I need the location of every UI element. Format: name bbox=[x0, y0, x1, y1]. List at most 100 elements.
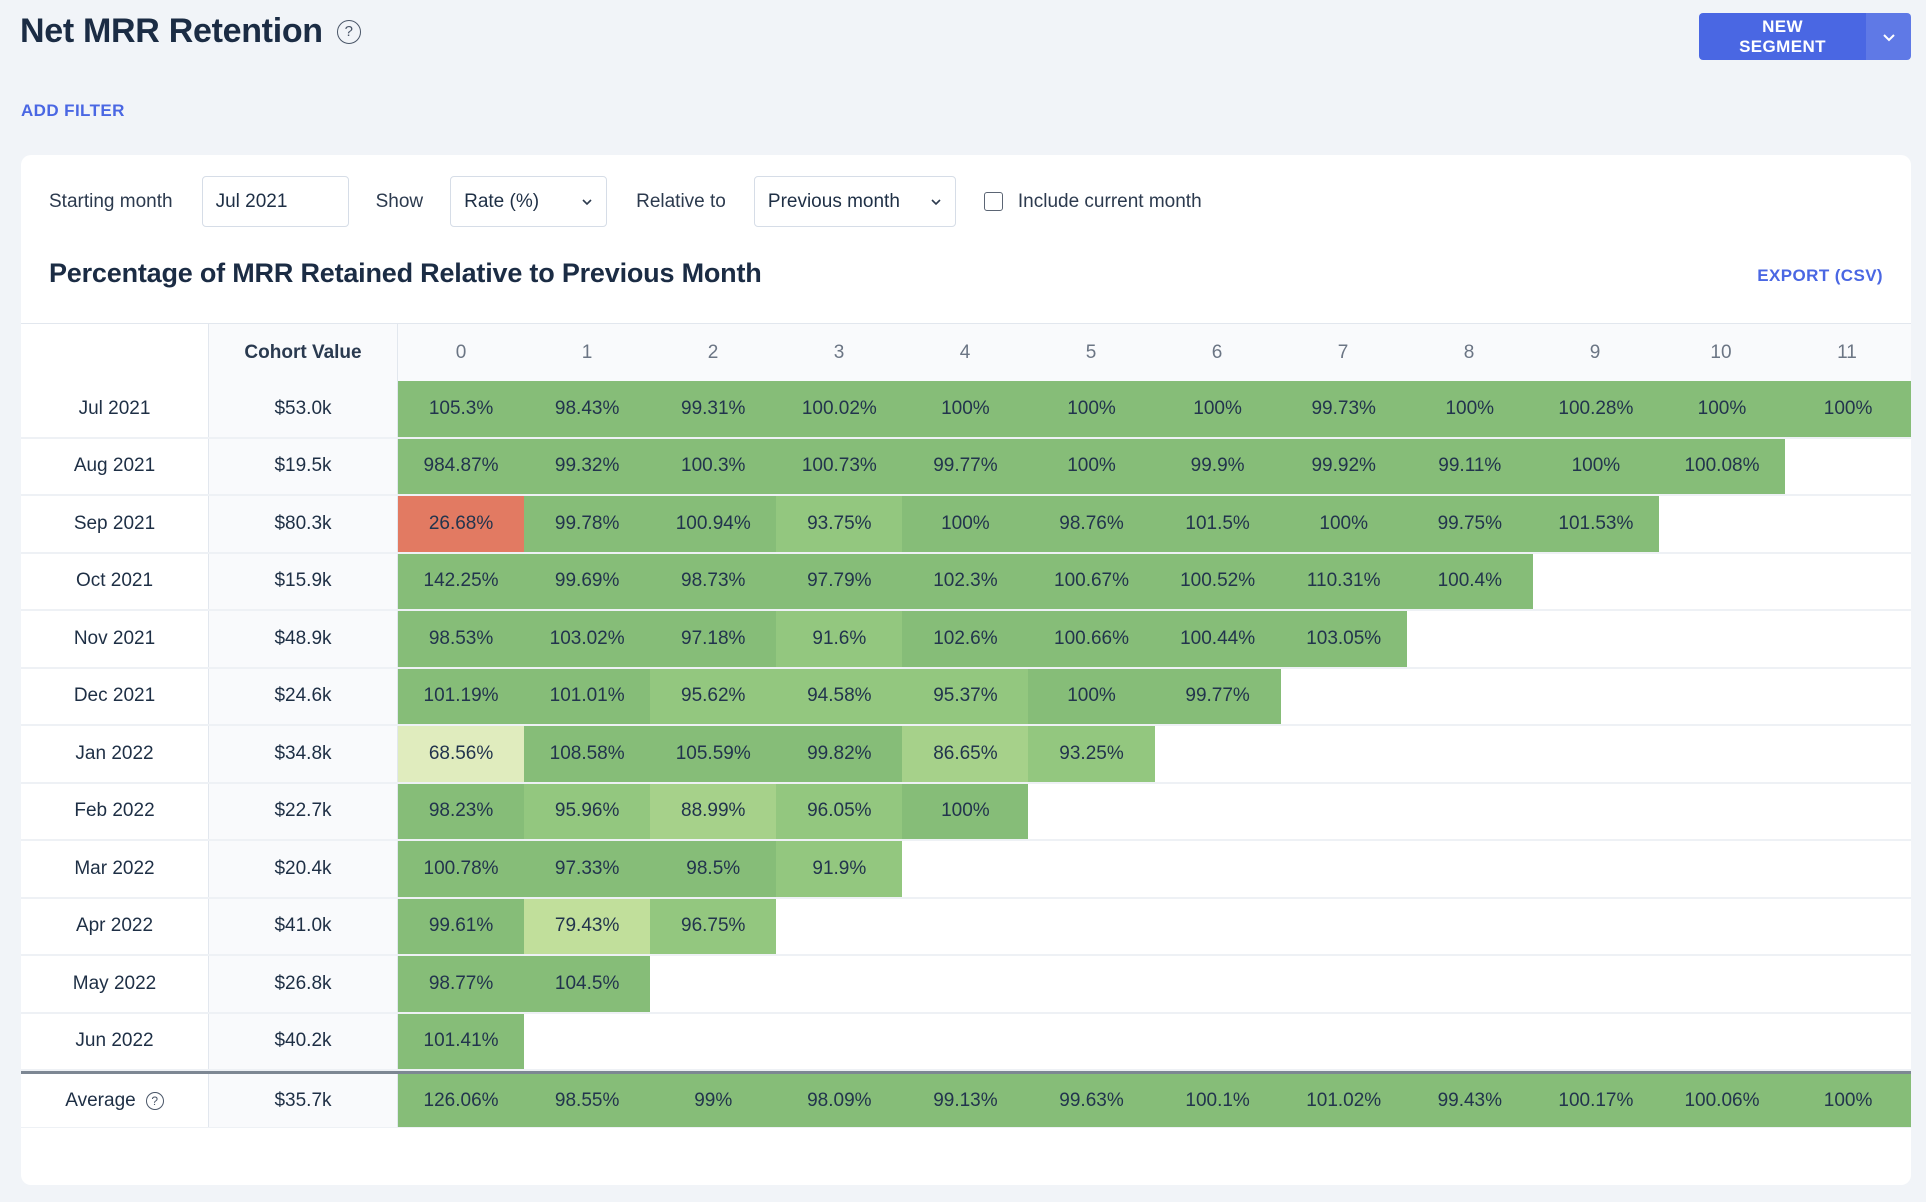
retention-cell[interactable]: 95.62% bbox=[650, 668, 777, 724]
retention-cell[interactable]: 100.4% bbox=[1406, 553, 1533, 609]
retention-cell[interactable]: 108.58% bbox=[524, 726, 651, 782]
retention-cell[interactable]: 102.3% bbox=[902, 553, 1029, 609]
retention-cell[interactable]: 101.53% bbox=[1532, 496, 1659, 552]
period-header-2: 2 bbox=[707, 341, 719, 363]
retention-cell[interactable]: 100.44% bbox=[1154, 611, 1281, 667]
add-filter-link[interactable]: ADD FILTER bbox=[21, 101, 125, 121]
retention-cell[interactable]: 86.65% bbox=[902, 726, 1029, 782]
retention-cell[interactable]: 100% bbox=[1406, 381, 1533, 437]
retention-cell[interactable]: 97.18% bbox=[650, 611, 777, 667]
relative-to-select[interactable]: Previous month bbox=[753, 176, 956, 227]
retention-cell[interactable]: 88.99% bbox=[650, 783, 777, 839]
retention-cells: 984.87% 99.32% 100.3% 100.73% 99.77% 100% 99.9… bbox=[398, 438, 1911, 494]
include-current-month-checkbox[interactable] bbox=[983, 192, 1003, 211]
retention-cell[interactable]: 100% bbox=[902, 496, 1029, 552]
retention-cell[interactable]: 98.73% bbox=[650, 553, 777, 609]
retention-cell[interactable]: 98.76% bbox=[1028, 496, 1155, 552]
retention-cell[interactable]: 100.02% bbox=[776, 381, 903, 437]
retention-cell[interactable]: 102.6% bbox=[902, 611, 1029, 667]
retention-cell[interactable]: 100% bbox=[902, 381, 1029, 437]
retention-cell[interactable]: 93.75% bbox=[776, 496, 903, 552]
retention-cell[interactable]: 104.5% bbox=[524, 956, 651, 1012]
retention-cell[interactable]: 100.73% bbox=[776, 438, 903, 494]
retention-cell[interactable]: 100.28% bbox=[1532, 381, 1659, 437]
retention-cell[interactable]: 98.53% bbox=[398, 611, 525, 667]
retention-cell[interactable]: 99.77% bbox=[902, 438, 1029, 494]
retention-cell[interactable]: 99.32% bbox=[524, 438, 651, 494]
retention-cell[interactable]: 93.25% bbox=[1028, 726, 1155, 782]
retention-cell[interactable]: 96.05% bbox=[776, 783, 903, 839]
retention-cell[interactable]: 98.23% bbox=[398, 783, 525, 839]
retention-cell[interactable]: 98.5% bbox=[650, 841, 777, 897]
retention-cell[interactable]: 100.52% bbox=[1154, 553, 1281, 609]
retention-cell[interactable]: 100.66% bbox=[1028, 611, 1155, 667]
retention-cell[interactable]: 105.59% bbox=[650, 726, 777, 782]
retention-cell[interactable]: 99.82% bbox=[776, 726, 903, 782]
cohort-value: $40.2k bbox=[209, 1013, 398, 1069]
retention-cell[interactable]: 103.05% bbox=[1280, 611, 1407, 667]
table-row: Nov 2021 $48.9k 98.53% 103.02% 97.18% 91.6% 10… bbox=[21, 611, 1911, 669]
retention-cell[interactable]: 142.25% bbox=[398, 553, 525, 609]
retention-cell[interactable]: 96.75% bbox=[650, 898, 777, 954]
retention-cell[interactable]: 95.96% bbox=[524, 783, 651, 839]
retention-cell[interactable]: 98.77% bbox=[398, 956, 525, 1012]
retention-cell[interactable]: 99.31% bbox=[650, 381, 777, 437]
retention-cell[interactable]: 984.87% bbox=[398, 438, 525, 494]
retention-cell[interactable]: 100.94% bbox=[650, 496, 777, 552]
retention-cell[interactable]: 91.6% bbox=[776, 611, 903, 667]
retention-cell[interactable]: 99.77% bbox=[1154, 668, 1281, 724]
retention-cell[interactable]: 91.9% bbox=[776, 841, 903, 897]
retention-cell[interactable]: 100.08% bbox=[1658, 438, 1786, 494]
retention-cell[interactable]: 100% bbox=[1280, 496, 1407, 552]
help-icon[interactable]: ? bbox=[336, 19, 361, 44]
retention-cell[interactable]: 99.11% bbox=[1406, 438, 1533, 494]
new-segment-button[interactable]: NEW SEGMENT bbox=[1699, 13, 1866, 60]
retention-cell[interactable]: 100% bbox=[1532, 438, 1659, 494]
relative-to-label: Relative to bbox=[636, 190, 726, 212]
retention-cell[interactable]: 100% bbox=[1028, 438, 1155, 494]
retention-cell[interactable]: 110.31% bbox=[1280, 553, 1407, 609]
retention-cell[interactable]: 97.33% bbox=[524, 841, 651, 897]
export-csv-link[interactable]: EXPORT (CSV) bbox=[1757, 266, 1883, 286]
retention-cell[interactable]: 99.78% bbox=[524, 496, 651, 552]
retention-cell[interactable]: 100% bbox=[1785, 381, 1911, 437]
retention-cell[interactable]: 97.79% bbox=[776, 553, 903, 609]
average-cell: 100.1% bbox=[1154, 1074, 1281, 1127]
retention-cell[interactable]: 100.78% bbox=[398, 841, 525, 897]
retention-cell[interactable]: 101.5% bbox=[1154, 496, 1281, 552]
starting-month-input[interactable]: Jul 2021 bbox=[201, 176, 349, 227]
retention-cell[interactable]: 100.3% bbox=[650, 438, 777, 494]
retention-cell[interactable]: 68.56% bbox=[398, 726, 525, 782]
retention-cell[interactable]: 26.68% bbox=[398, 496, 525, 552]
retention-cell[interactable]: 79.43% bbox=[524, 898, 651, 954]
retention-cell[interactable]: 98.43% bbox=[524, 381, 651, 437]
period-header-5: 5 bbox=[1085, 341, 1097, 363]
retention-cell[interactable]: 99.92% bbox=[1280, 438, 1407, 494]
retention-cell[interactable]: 100% bbox=[1154, 381, 1281, 437]
retention-cell[interactable]: 100% bbox=[1658, 381, 1786, 437]
retention-cell[interactable]: 101.19% bbox=[398, 668, 525, 724]
retention-cell[interactable]: 100.67% bbox=[1028, 553, 1155, 609]
retention-cell[interactable]: 94.58% bbox=[776, 668, 903, 724]
retention-cell[interactable]: 100% bbox=[1028, 668, 1155, 724]
retention-cell[interactable]: 100% bbox=[1028, 381, 1155, 437]
include-current-month-label[interactable]: Include current month bbox=[1018, 191, 1202, 213]
retention-cell[interactable]: 103.02% bbox=[524, 611, 651, 667]
retention-cell[interactable]: 99.73% bbox=[1280, 381, 1407, 437]
help-icon[interactable]: ? bbox=[145, 1091, 164, 1110]
new-segment-dropdown-button[interactable] bbox=[1866, 13, 1911, 60]
show-select[interactable]: Rate (%) bbox=[450, 176, 608, 227]
cohort-value: $53.0k bbox=[209, 381, 398, 437]
retention-cell[interactable]: 99.9% bbox=[1154, 438, 1281, 494]
retention-cell[interactable]: 100% bbox=[902, 783, 1029, 839]
retention-cell[interactable]: 99.75% bbox=[1406, 496, 1533, 552]
average-cell: 100% bbox=[1785, 1074, 1911, 1127]
retention-cell[interactable]: 101.41% bbox=[398, 1013, 525, 1069]
retention-cell[interactable]: 99.69% bbox=[524, 553, 651, 609]
average-cell: 126.06% bbox=[398, 1074, 525, 1127]
cohort-month: Apr 2022 bbox=[21, 898, 209, 954]
retention-cell[interactable]: 99.61% bbox=[398, 898, 525, 954]
retention-cell[interactable]: 101.01% bbox=[524, 668, 651, 724]
retention-cell[interactable]: 95.37% bbox=[902, 668, 1029, 724]
retention-cell[interactable]: 105.3% bbox=[398, 381, 525, 437]
